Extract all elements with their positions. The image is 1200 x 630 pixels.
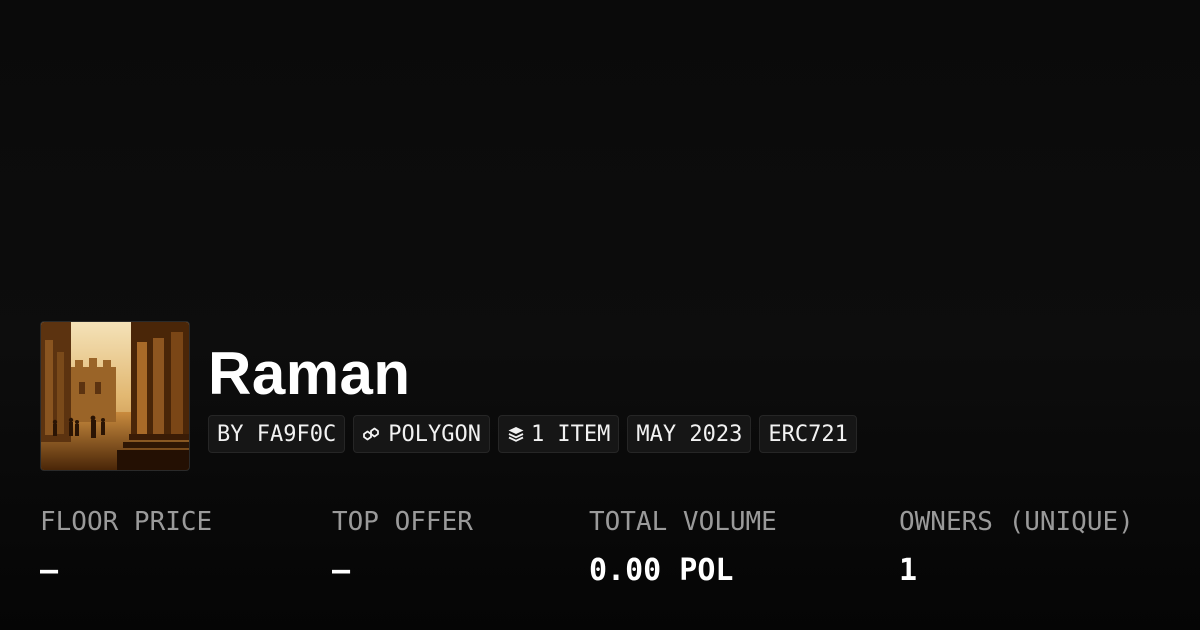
stat-label: FLOOR PRICE bbox=[40, 507, 213, 537]
collection-chips: BY FA9F0C POLYGON 1 ITEM MAY 2023 ERC721 bbox=[208, 415, 857, 453]
stat-label: TOTAL VOLUME bbox=[589, 507, 777, 537]
stat-value: – bbox=[332, 553, 351, 588]
stat-value: 0.00 POL bbox=[589, 553, 734, 588]
items-chip-label: 1 ITEM bbox=[530, 421, 611, 447]
items-chip[interactable]: 1 ITEM bbox=[497, 415, 620, 453]
standard-chip: ERC721 bbox=[759, 415, 857, 453]
stat-total-volume: TOTAL VOLUME 0.00 POL bbox=[589, 505, 777, 589]
stat-value: – bbox=[40, 553, 59, 588]
collection-avatar[interactable] bbox=[40, 321, 190, 471]
date-chip-label: MAY 2023 bbox=[636, 421, 743, 447]
stat-top-offer: TOP OFFER – bbox=[332, 505, 473, 589]
creator-chip[interactable]: BY FA9F0C bbox=[208, 415, 346, 453]
standard-chip-label: ERC721 bbox=[768, 421, 848, 447]
collection-avatar-image bbox=[41, 322, 189, 470]
chain-chip[interactable]: POLYGON bbox=[353, 415, 490, 453]
creator-chip-label: BY FA9F0C bbox=[217, 421, 337, 447]
collection-header: Raman BY FA9F0C POLYGON 1 ITEM MAY 2023 … bbox=[40, 321, 857, 471]
collection-stats: FLOOR PRICE – TOP OFFER – TOTAL VOLUME 0… bbox=[0, 505, 1200, 605]
date-chip: MAY 2023 bbox=[627, 415, 752, 453]
stat-owners: OWNERS (UNIQUE) 1 bbox=[899, 505, 1134, 589]
stat-label: TOP OFFER bbox=[332, 507, 473, 537]
stat-floor-price: FLOOR PRICE – bbox=[40, 505, 212, 589]
collection-title: Raman bbox=[208, 340, 411, 407]
chain-chip-label: POLYGON bbox=[388, 421, 481, 447]
layers-icon bbox=[507, 425, 525, 443]
polygon-chain-icon bbox=[362, 426, 382, 442]
stat-label: OWNERS (UNIQUE) bbox=[899, 507, 1134, 537]
stat-value: 1 bbox=[899, 553, 918, 588]
